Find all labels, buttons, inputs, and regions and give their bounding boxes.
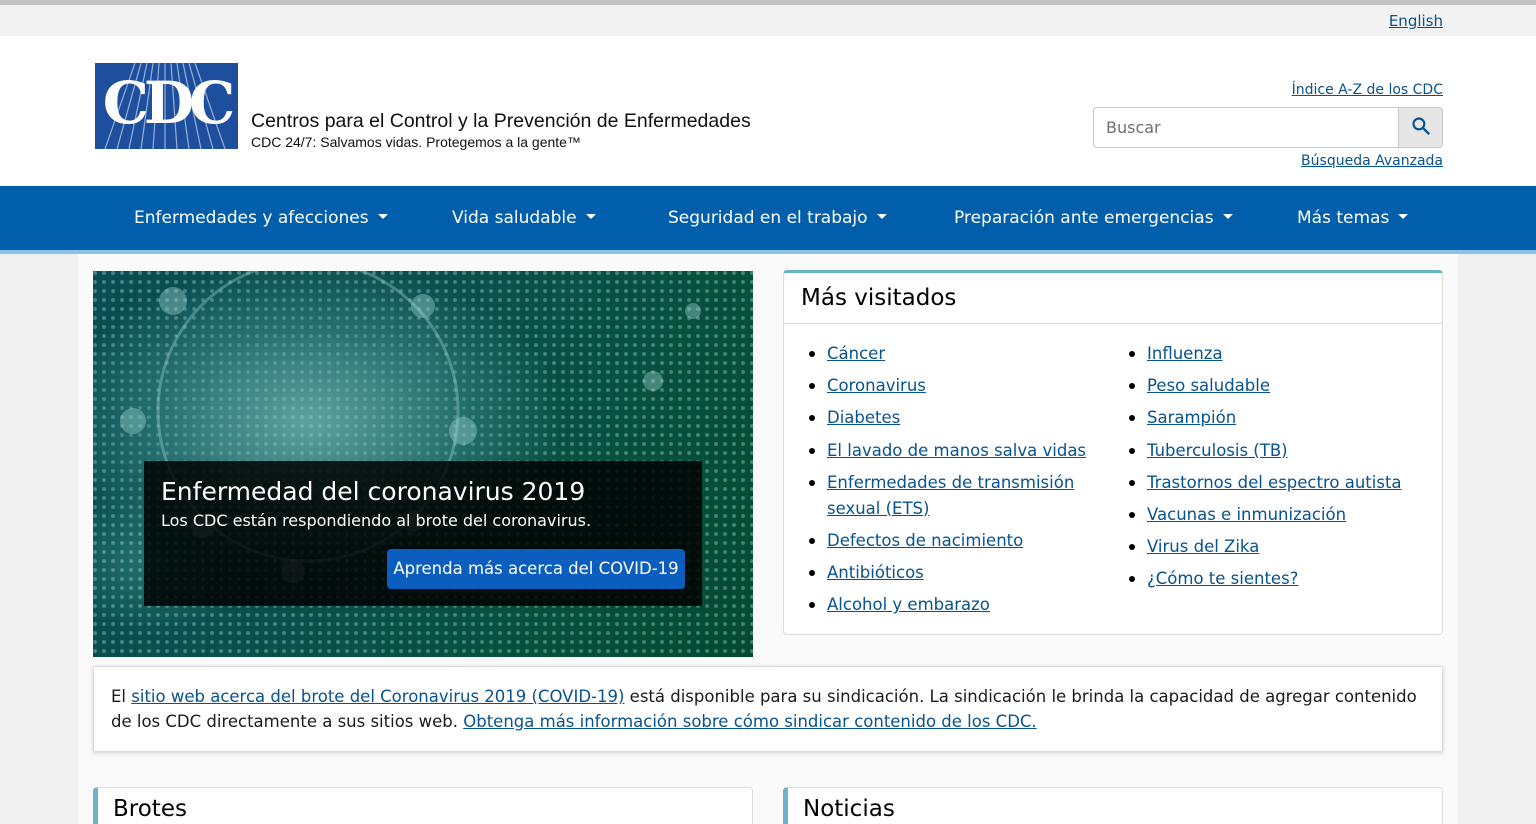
caret-down-icon bbox=[585, 213, 596, 219]
outbreaks-card: Brotes bbox=[93, 787, 753, 824]
link-handwashing[interactable]: El lavado de manos salva vidas bbox=[827, 441, 1086, 460]
site-header: CDC Centros para el Control y la Prevenc… bbox=[0, 36, 1536, 186]
main-nav: Enfermedades y afecciones Vida saludable… bbox=[0, 186, 1536, 250]
nav-item-label: Vida saludable bbox=[452, 208, 577, 228]
syndication-info-link[interactable]: Obtenga más información sobre cómo sindi… bbox=[463, 712, 1036, 731]
search-button[interactable] bbox=[1398, 107, 1443, 148]
link-vaccines[interactable]: Vacunas e inmunización bbox=[1147, 505, 1346, 524]
search-icon bbox=[1411, 116, 1431, 140]
list-item: Defectos de nacimiento bbox=[809, 528, 1109, 554]
nav-item-label: Más temas bbox=[1297, 208, 1390, 228]
most-visited-title: Más visitados bbox=[801, 285, 957, 311]
link-cancer[interactable]: Cáncer bbox=[827, 344, 885, 363]
nav-item-diseases[interactable]: Enfermedades y afecciones bbox=[134, 186, 388, 250]
list-item: El lavado de manos salva vidas bbox=[809, 438, 1109, 464]
list-item: Trastornos del espectro autista bbox=[1129, 470, 1429, 496]
cdc-logo[interactable]: CDC bbox=[95, 63, 238, 149]
list-item: Antibióticos bbox=[809, 560, 1109, 586]
list-item: Diabetes bbox=[809, 405, 1109, 431]
most-visited-left-list: Cáncer Coronavirus Diabetes El lavado de… bbox=[809, 341, 1109, 625]
logo-text: CDC bbox=[102, 69, 236, 137]
most-visited-header: Más visitados bbox=[784, 273, 1442, 324]
nav-item-healthy-living[interactable]: Vida saludable bbox=[452, 186, 596, 250]
list-item: Alcohol y embarazo bbox=[809, 592, 1109, 618]
link-autism[interactable]: Trastornos del espectro autista bbox=[1147, 473, 1402, 492]
link-measles[interactable]: Sarampión bbox=[1147, 408, 1236, 427]
syndication-prefix: El bbox=[111, 687, 132, 706]
list-item: Peso saludable bbox=[1129, 373, 1429, 399]
list-item: Tuberculosis (TB) bbox=[1129, 438, 1429, 464]
list-item: Influenza bbox=[1129, 341, 1429, 367]
list-item: Sarampión bbox=[1129, 405, 1429, 431]
link-std[interactable]: Enfermedades de transmisión sexual (ETS) bbox=[827, 473, 1074, 518]
link-coronavirus[interactable]: Coronavirus bbox=[827, 376, 926, 395]
nav-item-label: Seguridad en el trabajo bbox=[668, 208, 868, 228]
link-antibiotics[interactable]: Antibióticos bbox=[827, 563, 924, 582]
news-title: Noticias bbox=[803, 796, 895, 822]
covid-syndication-link[interactable]: sitio web acerca del brote del Coronavir… bbox=[131, 687, 624, 706]
caret-down-icon bbox=[1398, 213, 1409, 219]
link-influenza[interactable]: Influenza bbox=[1147, 344, 1223, 363]
list-item: Enfermedades de transmisión sexual (ETS) bbox=[809, 470, 1109, 522]
link-birth-defects[interactable]: Defectos de nacimiento bbox=[827, 531, 1023, 550]
language-bar: English bbox=[0, 5, 1536, 36]
outbreaks-title: Brotes bbox=[113, 796, 187, 822]
search-input[interactable] bbox=[1093, 107, 1399, 148]
org-name: Centros para el Control y la Prevención … bbox=[251, 110, 751, 132]
news-card: Noticias bbox=[783, 787, 1443, 824]
syndication-notice: El sitio web acerca del brote del Corona… bbox=[93, 666, 1443, 752]
caret-down-icon bbox=[377, 213, 388, 219]
english-language-link[interactable]: English bbox=[1389, 12, 1443, 30]
link-alcohol-pregnancy[interactable]: Alcohol y embarazo bbox=[827, 595, 990, 614]
nav-item-label: Preparación ante emergencias bbox=[954, 208, 1214, 228]
nav-item-emergency-preparedness[interactable]: Preparación ante emergencias bbox=[954, 186, 1233, 250]
nav-item-more-topics[interactable]: Más temas bbox=[1297, 186, 1409, 250]
link-tuberculosis[interactable]: Tuberculosis (TB) bbox=[1147, 441, 1288, 460]
az-index-link[interactable]: Índice A-Z de los CDC bbox=[1292, 82, 1443, 98]
hero-title: Enfermedad del coronavirus 2019 bbox=[161, 477, 586, 506]
list-item: Cáncer bbox=[809, 341, 1109, 367]
nav-item-label: Enfermedades y afecciones bbox=[134, 208, 369, 228]
list-item: Vacunas e inmunización bbox=[1129, 502, 1429, 528]
hero-banner: Enfermedad del coronavirus 2019 Los CDC … bbox=[93, 271, 753, 657]
learn-more-covid-button[interactable]: Aprenda más acerca del COVID-19 bbox=[387, 549, 685, 589]
list-item: ¿Cómo te sientes? bbox=[1129, 566, 1429, 592]
link-diabetes[interactable]: Diabetes bbox=[827, 408, 900, 427]
syndication-text: El sitio web acerca del brote del Corona… bbox=[111, 684, 1431, 734]
hero-subtitle: Los CDC están respondiendo al brote del … bbox=[161, 511, 592, 530]
list-item: Virus del Zika bbox=[1129, 534, 1429, 560]
org-tagline: CDC 24/7: Salvamos vidas. Protegemos a l… bbox=[251, 134, 581, 150]
list-item: Coronavirus bbox=[809, 373, 1109, 399]
most-visited-card: Más visitados Cáncer Coronavirus Diabete… bbox=[783, 270, 1443, 635]
caret-down-icon bbox=[876, 213, 887, 219]
nav-item-workplace-safety[interactable]: Seguridad en el trabajo bbox=[668, 186, 887, 250]
advanced-search-link[interactable]: Búsqueda Avanzada bbox=[1301, 153, 1443, 169]
link-zika[interactable]: Virus del Zika bbox=[1147, 537, 1259, 556]
link-healthy-weight[interactable]: Peso saludable bbox=[1147, 376, 1270, 395]
hero-caption-box: Enfermedad del coronavirus 2019 Los CDC … bbox=[144, 461, 702, 606]
caret-down-icon bbox=[1222, 213, 1233, 219]
search-form bbox=[1093, 107, 1443, 148]
link-how-do-you-feel[interactable]: ¿Cómo te sientes? bbox=[1147, 569, 1298, 588]
most-visited-right-list: Influenza Peso saludable Sarampión Tuber… bbox=[1129, 341, 1429, 599]
